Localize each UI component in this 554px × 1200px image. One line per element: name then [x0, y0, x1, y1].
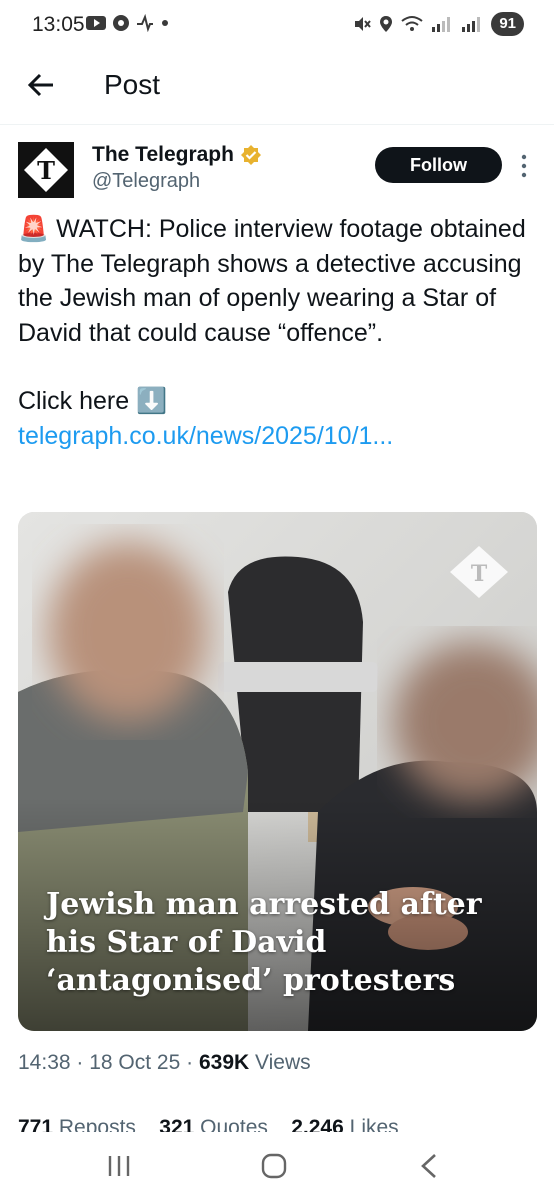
signal-2-icon [462, 17, 481, 32]
page-title: Post [104, 69, 161, 100]
location-icon [380, 16, 393, 32]
post-body: 🚨 WATCH: Police interview footage obtain… [18, 215, 526, 347]
views-count: 639K [198, 1051, 250, 1074]
battery-level: 91 [491, 12, 524, 36]
notification-icons [86, 14, 170, 32]
top-bar: Post [0, 52, 554, 125]
reposts-count[interactable]: 771 [18, 1116, 53, 1132]
views-label: Views [255, 1051, 311, 1074]
post-cta: Click here ⬇️ [18, 387, 168, 415]
back-nav-icon[interactable] [418, 1152, 440, 1180]
activity-icon [137, 14, 153, 32]
verified-badge-icon [240, 145, 261, 165]
home-icon[interactable] [260, 1152, 288, 1180]
likes-label[interactable]: Likes [350, 1116, 399, 1132]
likes-count[interactable]: 2,246 [291, 1116, 344, 1132]
separator: · [76, 1051, 90, 1074]
reposts-label[interactable]: Reposts [59, 1116, 136, 1132]
video-caption: Jewish man arrested after his Star of Da… [46, 887, 482, 998]
system-icons: 91 [353, 12, 524, 36]
dot-icon [162, 20, 168, 26]
globe-icon [113, 15, 129, 31]
post-date: 18 Oct 25 [89, 1051, 181, 1074]
author-avatar[interactable]: T [18, 142, 74, 198]
telegraph-logo-icon: T [18, 142, 74, 198]
post-meta: 14:38 · 18 Oct 25 · 639K Views [18, 1051, 311, 1075]
follow-button[interactable]: Follow [375, 147, 502, 183]
youtube-icon [86, 16, 106, 30]
separator: · [186, 1051, 199, 1074]
status-time: 13:05 [32, 13, 85, 36]
mute-icon [355, 17, 372, 31]
author-name-row[interactable]: The Telegraph [92, 143, 262, 167]
author-name[interactable]: The Telegraph [92, 143, 234, 167]
quotes-label[interactable]: Quotes [200, 1116, 268, 1132]
post-video[interactable]: T Jewish man arrested after his Star of … [18, 512, 537, 1031]
quotes-count[interactable]: 321 [159, 1116, 194, 1132]
system-nav-bar [0, 1132, 554, 1200]
more-options-icon[interactable] [518, 152, 530, 180]
recent-apps-icon[interactable] [106, 1154, 132, 1178]
back-arrow-icon[interactable] [26, 70, 56, 100]
author-handle[interactable]: @Telegraph [92, 170, 200, 193]
svg-text:T: T [37, 156, 55, 185]
wifi-icon [401, 16, 423, 31]
post-link[interactable]: telegraph.co.uk/news/2025/10/1... [18, 419, 538, 454]
post-stats: 771 Reposts 321 Quotes 2,246 Likes [18, 1116, 399, 1132]
post-text: 🚨 WATCH: Police interview footage obtain… [18, 212, 538, 453]
post-time: 14:38 [18, 1051, 71, 1074]
status-bar: 13:05 91 [0, 0, 554, 52]
signal-icon [432, 17, 451, 32]
